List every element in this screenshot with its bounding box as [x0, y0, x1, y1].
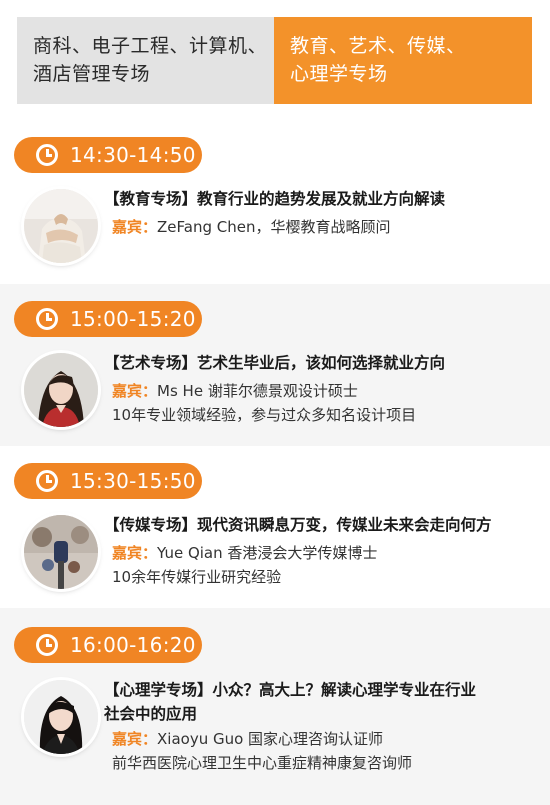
guest-detail: 前华西医院心理卫生中心重症精神康复咨询师 — [112, 754, 413, 772]
avatar — [24, 189, 98, 263]
session-arts: 15:00-15:20 【艺术专场】艺术生毕业后，该如何选择就业方向 嘉宾：Ms… — [0, 284, 550, 446]
time-label: 16:00-16:20 — [70, 633, 196, 657]
tab-label-line: 商科、电子工程、计算机、 — [33, 35, 268, 57]
time-label: 15:30-15:50 — [70, 469, 196, 493]
time-badge: 16:00-16:20 — [14, 627, 202, 663]
guest-name: Ms He 谢菲尔德景观设计硕士 — [157, 382, 358, 400]
guest-name: Xiaoyu Guo 国家心理咨询认证师 — [157, 730, 384, 748]
guest-line: 嘉宾：ZeFang Chen，华樱教育战略顾问 — [112, 216, 390, 238]
session-media: 15:30-15:50 【传媒专场】现代资讯瞬息万变，传媒业未来会走向何方 嘉宾… — [0, 446, 550, 608]
time-badge: 15:30-15:50 — [14, 463, 202, 499]
tab-education-arts[interactable]: 教育、艺术、传媒、 心理学专场 — [274, 17, 532, 104]
clock-icon — [36, 144, 58, 166]
guest-line: 嘉宾：Xiaoyu Guo 国家心理咨询认证师 — [112, 728, 383, 750]
clock-icon — [36, 634, 58, 656]
session-topic: 【教育专场】教育行业的趋势发展及就业方向解读 — [104, 190, 446, 208]
tab-label-line: 酒店管理专场 — [33, 63, 151, 85]
clock-icon — [36, 470, 58, 492]
time-badge: 14:30-14:50 — [14, 137, 202, 173]
time-label: 14:30-14:50 — [70, 143, 196, 167]
guest-detail: 10余年传媒行业研究经验 — [112, 568, 282, 586]
guest-label: 嘉宾： — [112, 730, 158, 748]
avatar — [24, 515, 98, 589]
guest-label: 嘉宾： — [112, 382, 158, 400]
tab-business-engineering[interactable]: 商科、电子工程、计算机、 酒店管理专场 — [17, 17, 274, 104]
session-topic: 【传媒专场】现代资讯瞬息万变，传媒业未来会走向何方 — [104, 516, 492, 534]
topic-line: 【心理学专场】小众？高大上？解读心理学专业在行业 — [104, 681, 477, 699]
clock-icon — [36, 308, 58, 330]
session-psychology: 16:00-16:20 【心理学专场】小众？高大上？解读心理学专业在行业 社会中… — [0, 608, 550, 805]
category-tabs: 商科、电子工程、计算机、 酒店管理专场 教育、艺术、传媒、 心理学专场 — [17, 17, 532, 104]
guest-detail: 10年专业领域经验，参与过众多知名设计项目 — [112, 406, 417, 424]
avatar — [24, 353, 98, 427]
guest-label: 嘉宾： — [112, 544, 158, 562]
guest-name: ZeFang Chen，华樱教育战略顾问 — [157, 218, 391, 236]
tab-label-line: 教育、艺术、传媒、 — [290, 35, 466, 57]
guest-label: 嘉宾： — [112, 218, 158, 236]
guest-name: Yue Qian 香港浸会大学传媒博士 — [157, 544, 378, 562]
topic-line: 社会中的应用 — [104, 705, 198, 723]
session-topic: 【心理学专场】小众？高大上？解读心理学专业在行业 社会中的应用 — [104, 678, 524, 726]
session-topic: 【艺术专场】艺术生毕业后，该如何选择就业方向 — [104, 354, 446, 372]
guest-line: 嘉宾：Yue Qian 香港浸会大学传媒博士 — [112, 542, 377, 564]
session-education: 14:30-14:50 【教育专场】教育行业的趋势发展及就业方向解读 嘉宾：Ze… — [0, 120, 550, 280]
time-label: 15:00-15:20 — [70, 307, 196, 331]
time-badge: 15:00-15:20 — [14, 301, 202, 337]
tab-label-line: 心理学专场 — [290, 63, 388, 85]
avatar — [24, 680, 98, 754]
guest-line: 嘉宾：Ms He 谢菲尔德景观设计硕士 — [112, 380, 358, 402]
